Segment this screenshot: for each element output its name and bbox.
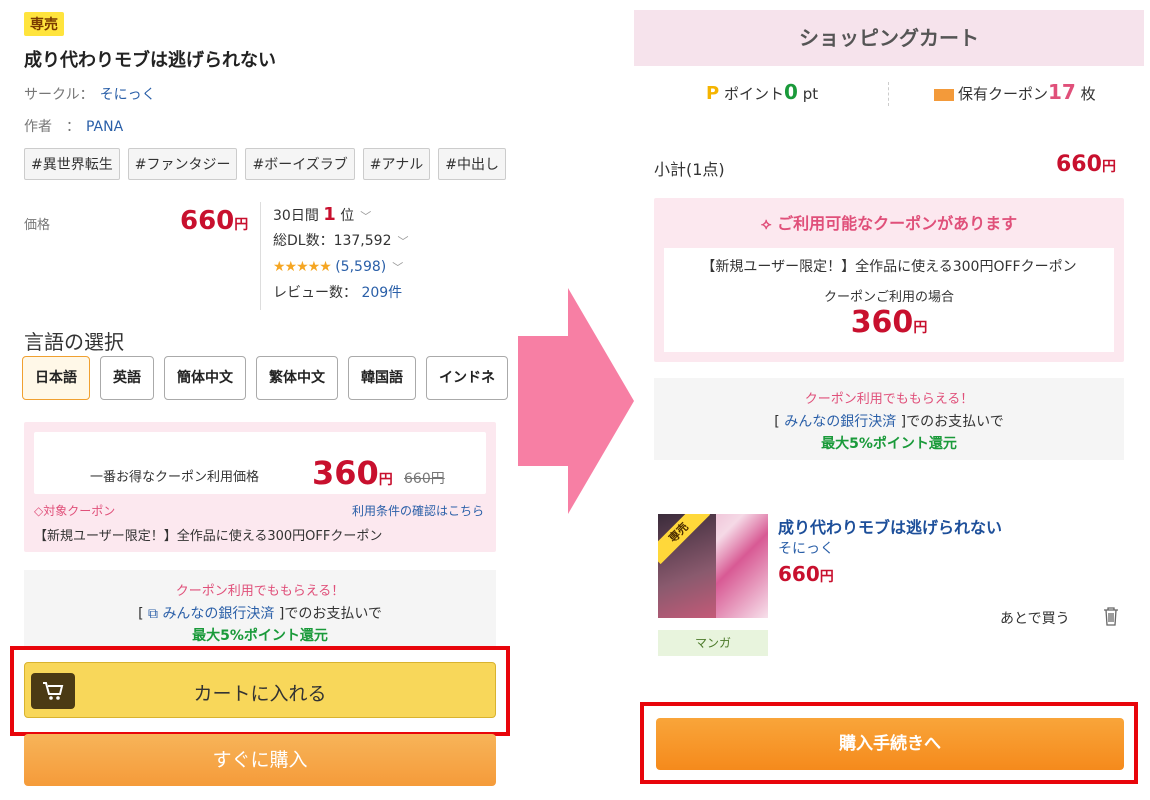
author-row: 作者 ： PANA — [24, 116, 123, 136]
points-info: P ポイント0 pt — [706, 80, 819, 104]
tag-item[interactable]: #アナル — [362, 148, 431, 180]
circle-label: サークル： — [24, 87, 94, 103]
lang-option[interactable]: 日本語 — [22, 356, 90, 400]
highlight-frame — [10, 646, 510, 736]
tag-item[interactable]: #異世界転生 — [24, 148, 120, 180]
tag-item[interactable]: #中出し — [438, 148, 506, 180]
lang-option[interactable]: 韓国語 — [348, 356, 416, 400]
buy-later-button[interactable]: あとで買う — [1000, 608, 1070, 628]
product-detail-panel: 専売 成り代わりモブは逃げられない サークル： そにっく 作者 ： PANA #異世… — [0, 0, 520, 800]
target-coupon-label: ◇対象クーポン — [34, 504, 116, 518]
price-value: 660円 — [180, 206, 249, 236]
lang-option[interactable]: 繁体中文 — [256, 356, 338, 400]
bank-promo-header: クーポン利用でももらえる！ — [804, 392, 974, 407]
lang-option[interactable]: 英語 — [100, 356, 154, 400]
coupon-tag-icon: ◇ — [34, 504, 44, 518]
points-row: P ポイント0 pt 保有クーポン17 枚 — [634, 76, 1144, 112]
coupon-tag-icon: ⟡ — [760, 214, 772, 233]
coupon-terms-link[interactable]: 利用条件の確認はこちら — [352, 502, 484, 519]
review-count-link[interactable]: 209件 — [361, 285, 402, 301]
author-link[interactable]: PANA — [86, 119, 123, 135]
star-rating-icon: ★★★★★ — [273, 259, 332, 275]
coupon-description: 【新規ユーザー限定！】全作品に使える300円OFFクーポン — [701, 259, 1077, 275]
bank-promo-box: クーポン利用でももらえる！ [ ⧉ みんなの銀行決済 ]でのお支払いで 最大5%… — [24, 570, 496, 646]
cart-header: ショッピングカート — [634, 10, 1144, 66]
best-coupon-label: 一番お得なクーポン利用価格 — [90, 470, 260, 485]
bank-reward: 最大5%ポイント還元 — [192, 628, 328, 644]
stats-panel: 30日間 1 位 ﹀ 総DL数：137,592 ﹀ ★★★★★ (5,598) ﹀ レ… — [260, 202, 460, 310]
tag-item[interactable]: #ファンタジー — [127, 148, 238, 180]
coupon-description: 【新規ユーザー限定！】全作品に使える300円OFFクーポン — [34, 529, 383, 544]
coupon-price-box: 一番お得なクーポン利用価格 360円 660円 ◇対象クーポン 利用条件の確認は… — [24, 422, 496, 552]
bank-promo-box: クーポン利用でももらえる！ [ みんなの銀行決済 ]でのお支払いで 最大5%ポイ… — [654, 378, 1124, 460]
chevron-down-icon: ﹀ — [392, 261, 404, 274]
original-price: 660円 — [404, 471, 445, 487]
coupon-price: 360円 — [312, 454, 393, 492]
rank-row[interactable]: 30日間 1 位 ﹀ — [273, 202, 460, 228]
chevron-down-icon: ﹀ — [397, 235, 409, 248]
bank-reward: 最大5%ポイント還元 — [821, 436, 957, 452]
coupon-detail-card: 【新規ユーザー限定！】全作品に使える300円OFFクーポン クーポンご利用の場合… — [664, 248, 1114, 352]
trash-icon[interactable] — [1102, 606, 1120, 626]
product-price: 660円 — [778, 562, 834, 586]
lang-option[interactable]: インドネ — [426, 356, 508, 400]
circle-link[interactable]: そにっく — [100, 87, 156, 103]
author-label: 作者 ： — [24, 119, 80, 135]
coupon-applied-price: 360円 — [850, 305, 928, 340]
coupon-price-card: 一番お得なクーポン利用価格 360円 660円 — [34, 432, 486, 494]
bank-link[interactable]: みんなの銀行決済 — [162, 606, 274, 622]
product-circle-link[interactable]: そにっく — [778, 538, 834, 558]
buy-now-button[interactable]: すぐに購入 — [24, 734, 496, 786]
proceed-to-checkout-button[interactable]: 購入手続きへ — [656, 718, 1124, 770]
external-link-icon: ⧉ — [147, 606, 158, 622]
cart-item: 専売 マンガ 成り代わりモブは逃げられない そにっく 660円 あとで買う — [654, 508, 1124, 658]
review-row: レビュー数： 209件 — [273, 285, 403, 301]
coupons-info[interactable]: 保有クーポン17 枚 — [934, 80, 1096, 104]
bank-promo-line: [ みんなの銀行決済 ]でのお支払いで — [774, 414, 1004, 430]
divider — [888, 82, 889, 106]
work-title: 成り代わりモブは逃げられない — [24, 50, 276, 71]
available-coupon-header: ⟡ ご利用可能なクーポンがあります — [760, 214, 1018, 233]
bank-promo-header: クーポン利用でももらえる！ — [175, 584, 345, 599]
price-label: 価格 — [24, 218, 51, 233]
rating-row[interactable]: ★★★★★ (5,598) ﹀ — [273, 254, 460, 280]
category-badge: マンガ — [658, 630, 768, 656]
language-title: 言語の選択 — [24, 330, 124, 354]
bank-link[interactable]: みんなの銀行決済 — [784, 414, 896, 430]
available-coupon-box[interactable]: ⟡ ご利用可能なクーポンがあります 【新規ユーザー限定！】全作品に使える300円… — [654, 198, 1124, 362]
downloads-row[interactable]: 総DL数：137,592 ﹀ — [273, 228, 460, 254]
subtotal-value: 660円 — [1056, 152, 1116, 177]
arrow-right-icon — [518, 288, 634, 514]
product-thumbnail[interactable]: 専売 — [658, 514, 768, 618]
tag-list: #異世界転生 #ファンタジー #ボーイズラブ #アナル #中出し — [24, 148, 506, 180]
chevron-down-icon: ﹀ — [360, 210, 372, 223]
product-title-link[interactable]: 成り代わりモブは逃げられない — [778, 514, 1002, 538]
lang-option[interactable]: 簡体中文 — [164, 356, 246, 400]
exclusive-badge: 専売 — [24, 12, 64, 36]
tag-item[interactable]: #ボーイズラブ — [245, 148, 355, 180]
bank-promo-line: [ ⧉ みんなの銀行決済 ]でのお支払いで — [138, 606, 382, 622]
point-icon: P — [706, 83, 720, 104]
subtotal-label: 小計(1点) — [654, 160, 725, 179]
coupon-case-label: クーポンご利用の場合 — [823, 290, 954, 305]
coupon-ticket-icon — [934, 88, 954, 101]
circle-row: サークル： そにっく — [24, 84, 156, 104]
language-selector: 日本語 英語 簡体中文 繁体中文 韓国語 インドネ — [22, 356, 512, 402]
